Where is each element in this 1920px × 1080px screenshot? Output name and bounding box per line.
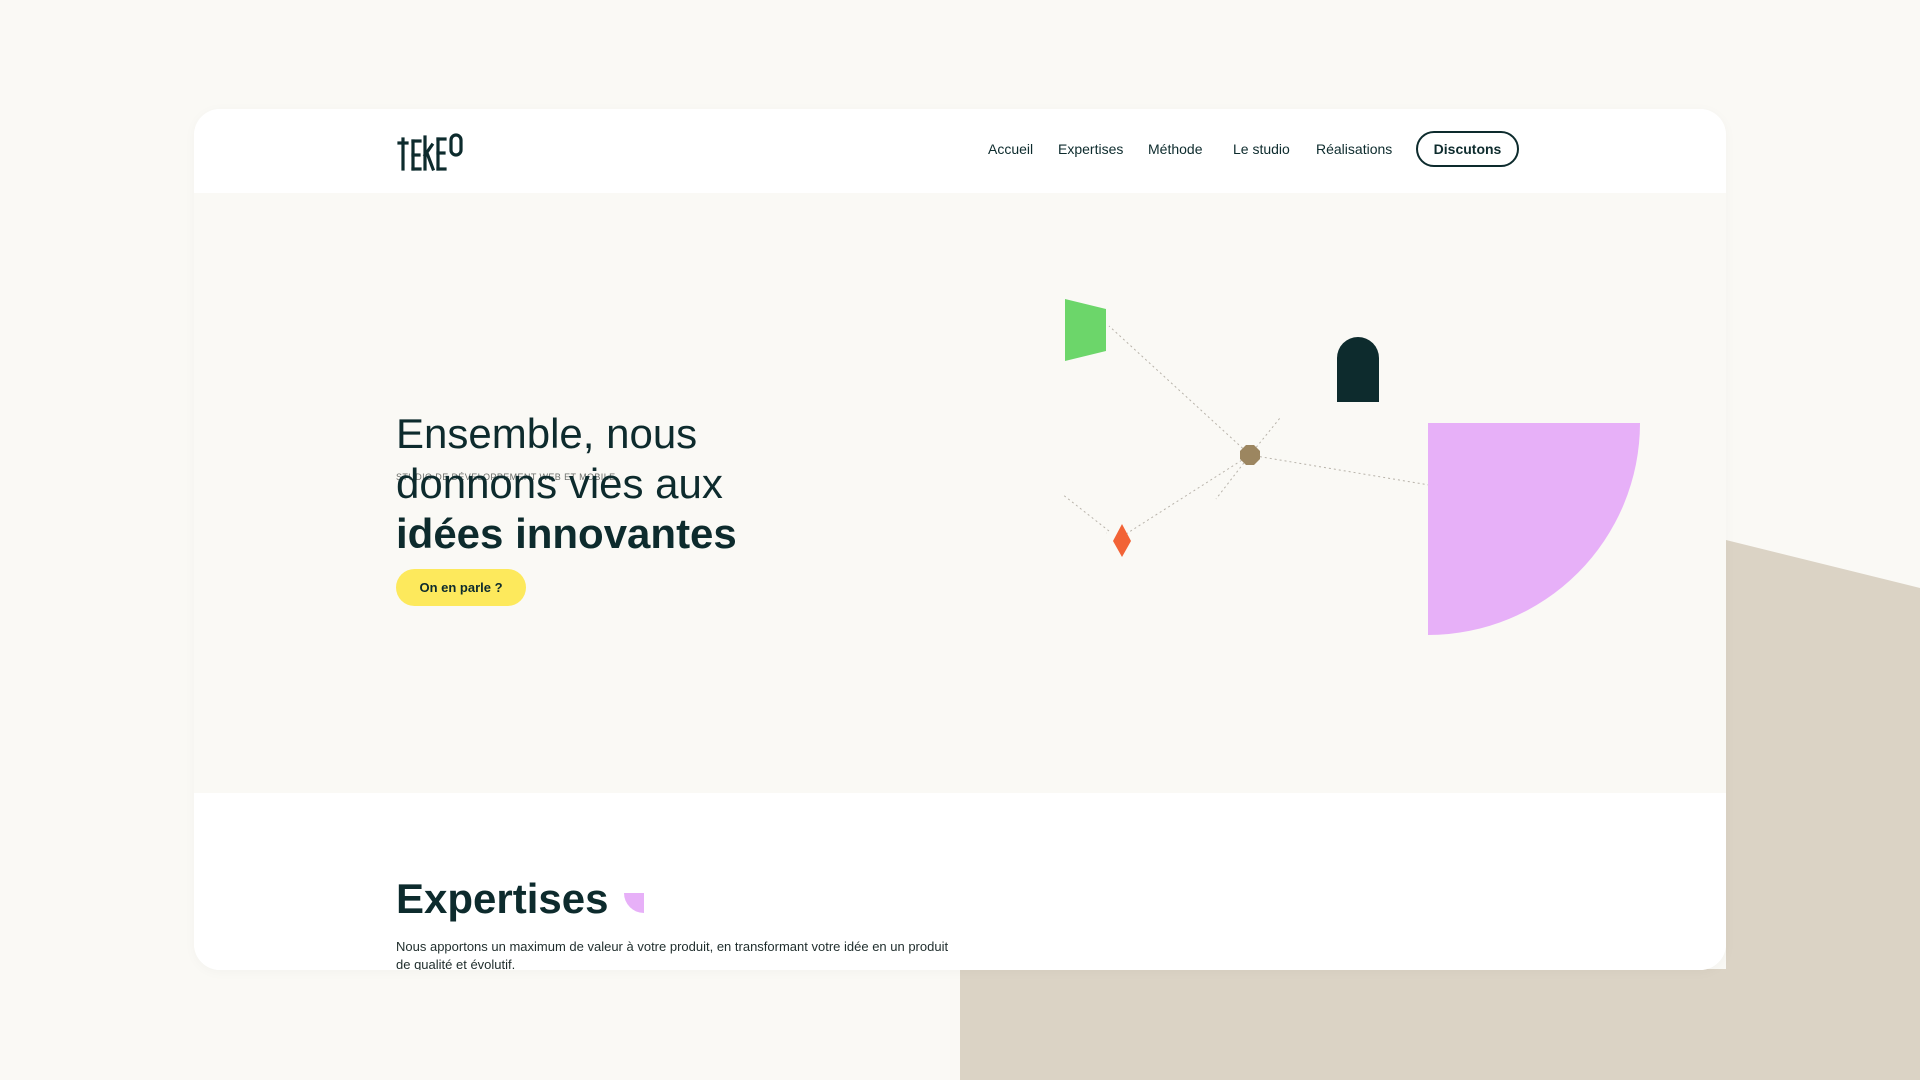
- discutons-button[interactable]: Discutons: [1416, 131, 1519, 167]
- hero-title-bold: idées innovantes: [396, 510, 737, 557]
- green-flag-shape: [1065, 299, 1106, 361]
- nav-item-le-studio[interactable]: Le studio: [1233, 141, 1290, 157]
- pink-quarter-circle-icon: [624, 893, 644, 913]
- hero-title-line-2: donnons vies aux: [396, 460, 723, 507]
- expertises-description: Nous apportons un maximum de valeur à vo…: [396, 939, 949, 970]
- orange-diamond-shape: [1113, 524, 1131, 557]
- nav-item-accueil[interactable]: Accueil: [988, 141, 1033, 157]
- nav-item-methode[interactable]: Méthode: [1148, 141, 1202, 157]
- pink-quarter-circle-shape: [1428, 423, 1640, 635]
- dark-arch-shape: [1337, 337, 1379, 402]
- nav-item-realisations[interactable]: Réalisations: [1316, 141, 1392, 157]
- hero-title: Ensemble, nous donnons vies aux idées in…: [396, 409, 956, 559]
- nav-item-expertises[interactable]: Expertises: [1058, 141, 1123, 157]
- navbar: Accueil Expertises Méthode Le studio Réa…: [194, 109, 1726, 193]
- website-preview-card: Accueil Expertises Méthode Le studio Réa…: [194, 109, 1726, 970]
- khaki-octagon-node: [1240, 445, 1260, 465]
- expertises-title: Expertises: [396, 875, 609, 922]
- hero-title-line-1: Ensemble, nous: [396, 410, 698, 457]
- tekeo-logo[interactable]: [396, 131, 466, 173]
- on-en-parle-button[interactable]: On en parle ?: [396, 569, 526, 606]
